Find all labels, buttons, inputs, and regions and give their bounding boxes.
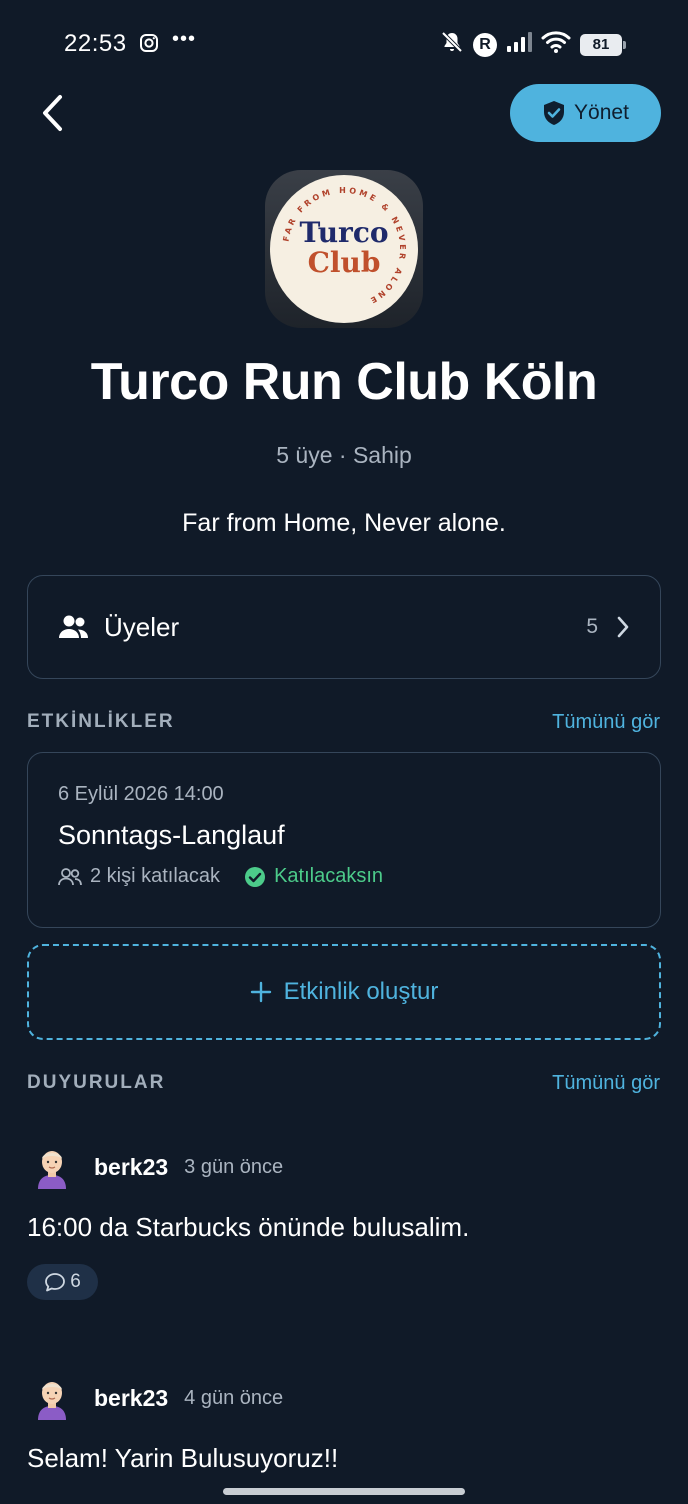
manage-label: Yönet — [574, 101, 629, 124]
wifi-icon — [541, 30, 571, 59]
signal-icon — [506, 31, 532, 58]
event-status-label: Katılacaksın — [274, 865, 384, 887]
events-section-title: ETKİNLİKLER — [27, 711, 175, 732]
club-logo-badge: FAR FROM HOME & NEVER ALONE Turco Club — [270, 175, 418, 323]
more-notifications-icon: ••• — [172, 28, 197, 50]
chevron-right-icon — [617, 616, 629, 638]
attendees-icon — [58, 867, 82, 885]
bell-off-icon — [440, 30, 464, 59]
shield-check-icon — [544, 101, 565, 125]
members-label: Üyeler — [104, 611, 180, 642]
comments-button[interactable]: 6 — [27, 1264, 98, 1300]
instagram-icon — [139, 33, 159, 58]
post-time: 4 gün önce — [184, 1386, 284, 1409]
announcements-section-title: DUYURULAR — [27, 1072, 166, 1093]
event-card[interactable]: 6 Eylül 2026 14:00 Sonntags-Langlauf 2 k… — [27, 752, 661, 928]
logo-text-bottom: Club — [307, 246, 381, 279]
announcement-header[interactable]: berk23 4 gün önce — [30, 1376, 283, 1420]
roaming-badge: R — [473, 32, 497, 57]
event-status: Katılacaksın — [244, 865, 383, 888]
logo-text-top: Turco — [299, 216, 389, 249]
back-button[interactable] — [30, 90, 76, 136]
manage-button[interactable]: Yönet — [510, 84, 661, 142]
chevron-left-icon — [43, 95, 62, 131]
members-row[interactable]: Üyeler 5 — [27, 575, 661, 679]
club-meta: 5 üye · Sahip — [276, 442, 412, 468]
post-author: berk23 — [94, 1384, 169, 1411]
club-name: Turco Run Club Köln — [90, 353, 598, 411]
create-event-label: Etkinlik oluştur — [283, 978, 439, 1005]
create-event-button[interactable]: Etkinlik oluştur — [27, 944, 661, 1040]
club-logo: FAR FROM HOME & NEVER ALONE Turco Club — [265, 170, 423, 328]
post-text: 16:00 da Starbucks önünde bulusalim. — [27, 1212, 470, 1242]
announcement-header[interactable]: berk23 3 gün önce — [30, 1145, 283, 1189]
post-author: berk23 — [94, 1153, 169, 1180]
events-see-all-link[interactable]: Tümünü gör — [552, 711, 660, 734]
event-name: Sonntags-Langlauf — [58, 820, 285, 850]
avatar — [38, 1382, 66, 1420]
comment-count: 6 — [70, 1271, 81, 1292]
post-text: Selam! Yarin Bulusuyoruz!! — [27, 1443, 339, 1473]
status-icons: R 81 — [440, 30, 626, 59]
comment-icon — [45, 1273, 66, 1292]
battery-indicator: 81 — [580, 33, 626, 56]
users-icon — [59, 615, 88, 638]
post-time: 3 gün önce — [184, 1155, 284, 1178]
home-indicator[interactable] — [223, 1488, 465, 1495]
announcements-see-all-link[interactable]: Tümünü gör — [552, 1072, 660, 1095]
check-circle-icon — [245, 866, 266, 887]
status-time: 22:53 — [64, 30, 127, 57]
club-description: Far from Home, Never alone. — [182, 509, 506, 537]
members-count: 5 — [586, 615, 598, 638]
event-date: 6 Eylül 2026 14:00 — [58, 783, 224, 805]
event-attendees: 2 kişi katılacak — [90, 865, 221, 887]
avatar — [38, 1151, 66, 1189]
plus-icon — [250, 981, 271, 1003]
